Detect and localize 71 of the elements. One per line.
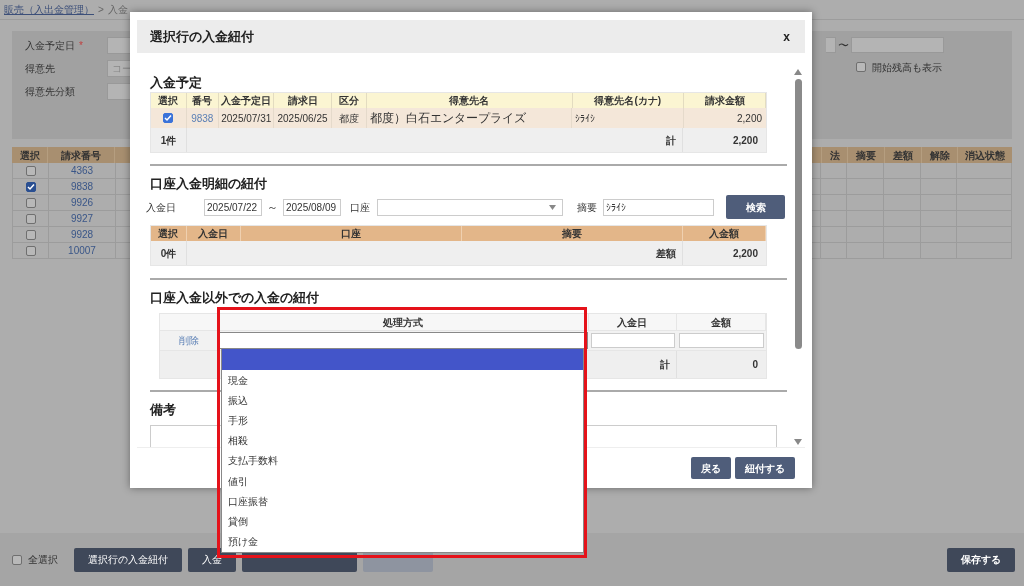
row-count: 1件 [151, 128, 187, 152]
close-button[interactable]: x [783, 27, 790, 46]
checkbox-label: 開始残高も表示 [872, 60, 942, 75]
field-label: 得意先分類 [25, 85, 75, 99]
date-field[interactable]: 2025/08/09 [283, 198, 341, 216]
modal-title: 選択行の入金紐付 [150, 27, 254, 46]
difference-amount: 2,200 [731, 246, 759, 261]
section-heading: 入金予定 [150, 74, 203, 92]
checkbox[interactable] [163, 113, 174, 123]
breadcrumb-current: 入金 [107, 3, 128, 17]
column-header: 摘要 [847, 147, 884, 163]
checkbox[interactable] [25, 165, 36, 176]
date-field[interactable] [590, 333, 676, 348]
total-amount: 2,200 [731, 133, 759, 148]
table-cell-text: 2,200 [736, 111, 763, 126]
range-separator: 〜 [838, 38, 849, 53]
date-field[interactable]: 2025/07/22 [204, 198, 262, 216]
save-button[interactable]: 保存する [947, 547, 1015, 572]
checkbox[interactable] [25, 181, 36, 192]
summary-field[interactable]: ｼﾗｲｼ [603, 198, 714, 216]
input-field[interactable] [851, 37, 944, 54]
column-header: 差額 [884, 147, 921, 163]
dropdown-option[interactable]: 手形 [222, 410, 583, 431]
column-header: 請求番号 [48, 147, 115, 163]
section-heading: 口座入金以外での入金の紐付 [150, 289, 320, 307]
column-header: 選択 [12, 147, 48, 163]
checkbox[interactable] [12, 554, 22, 565]
account-select[interactable] [377, 198, 563, 216]
number-link[interactable]: 9838 [191, 110, 214, 126]
breadcrumb-separator: > [98, 3, 104, 17]
field-label: 入金日 [146, 200, 177, 215]
column-header: 法 [821, 147, 847, 163]
row-count: 0件 [151, 241, 187, 265]
checkbox[interactable] [25, 213, 36, 224]
dialog-button[interactable]: 紐付する [735, 457, 795, 479]
dropdown-option[interactable]: 口座振替 [222, 491, 583, 512]
checkbox[interactable] [856, 62, 866, 72]
total-amount: 0 [751, 358, 759, 372]
breadcrumb-link[interactable]: 販売（入出金管理） [4, 2, 94, 17]
difference-label: 差額 [187, 241, 683, 265]
checkbox-label: 全選択 [28, 553, 58, 567]
section-heading: 口座入金明細の紐付 [150, 175, 268, 193]
required-mark: * [79, 39, 83, 53]
dialog-button[interactable]: 戻る [691, 457, 731, 479]
scroll-up-icon[interactable] [794, 69, 802, 75]
field-label: 摘要 [577, 200, 598, 215]
dropdown-option[interactable]: 支払手数料 [222, 450, 583, 472]
dropdown-option[interactable]: 相殺 [222, 430, 583, 451]
field-label: 口座 [350, 200, 371, 215]
dropdown-arrow-icon [549, 204, 556, 210]
search-button[interactable]: 検索 [726, 195, 785, 219]
input-field[interactable] [826, 37, 836, 54]
scroll-down-icon[interactable] [794, 439, 802, 445]
total-label: 計 [187, 128, 683, 152]
column-header: 金額 [677, 314, 766, 330]
scrollbar-thumb[interactable] [794, 79, 802, 349]
toolbar-button[interactable]: 選択行の入金紐付 [74, 547, 182, 572]
range-separator: ～ [267, 199, 278, 215]
field-label: 入金予定日 [25, 39, 75, 53]
checkbox[interactable] [25, 197, 36, 208]
amount-field[interactable] [679, 333, 764, 348]
column-header: 消込状態 [957, 147, 1012, 163]
dropdown-option[interactable]: 値引 [222, 471, 583, 492]
checkbox[interactable] [25, 245, 36, 256]
column-header: 解除 [921, 147, 957, 163]
column-header: 入金日 [588, 314, 678, 330]
dropdown-option[interactable]: 貸倒 [222, 511, 583, 532]
delete-link[interactable]: 削除 [178, 333, 199, 348]
dropdown-option[interactable]: 振込 [222, 390, 583, 411]
checkbox[interactable] [25, 229, 36, 240]
field-label: 得意先 [25, 62, 55, 76]
